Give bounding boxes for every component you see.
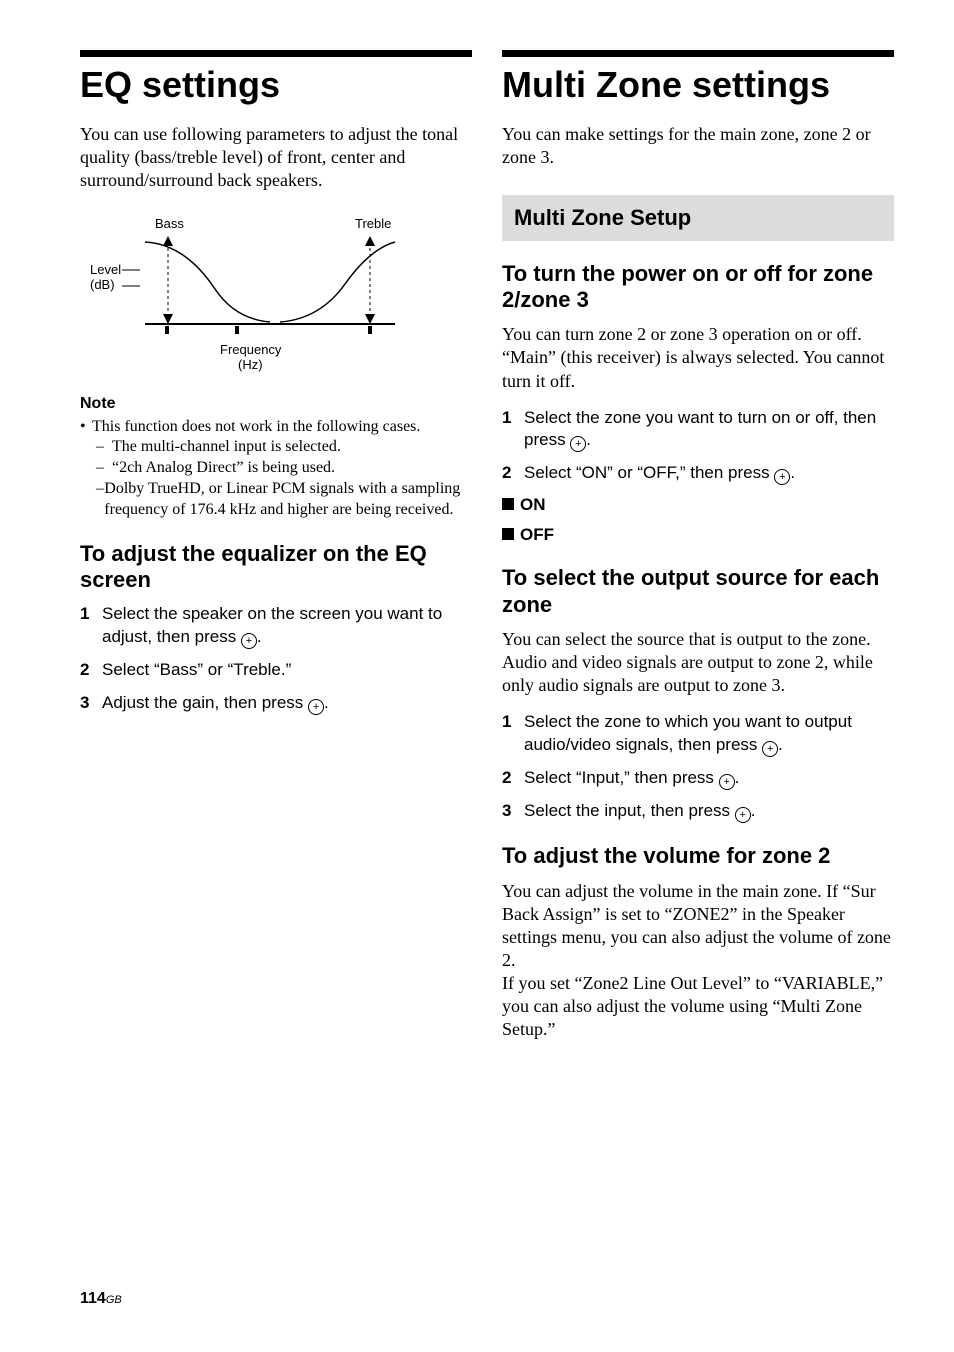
power-step-2: 2 Select “ON” or “OFF,” then press +. — [502, 462, 894, 485]
dash-icon: – — [96, 479, 104, 521]
bullet-icon: • — [80, 417, 92, 438]
note-item-2: Dolby TrueHD, or Linear PCM signals with… — [104, 479, 472, 521]
step-text: Select the input, then press — [524, 801, 735, 820]
page-footer: 114GB — [80, 1290, 122, 1308]
step-number: 3 — [80, 692, 102, 715]
label-hz: (Hz) — [238, 357, 263, 372]
heading-eq-settings: EQ settings — [80, 65, 472, 105]
region-code: GB — [106, 1294, 122, 1306]
note-item-1: “2ch Analog Direct” is being used. — [112, 458, 335, 479]
label-treble: Treble — [355, 216, 391, 231]
option-on-label: ON — [520, 495, 546, 515]
body-source: You can select the source that is output… — [502, 628, 894, 697]
enter-icon: + — [308, 699, 324, 715]
step-text-post: . — [257, 627, 262, 646]
note-item-0: The multi-channel input is selected. — [112, 437, 341, 458]
heading-adjust-eq: To adjust the equalizer on the EQ screen — [80, 541, 472, 594]
label-bass: Bass — [155, 216, 184, 231]
step-number: 1 — [502, 711, 524, 757]
heading-power: To turn the power on or off for zone 2/z… — [502, 261, 894, 314]
power-step-1: 1 Select the zone you want to turn on or… — [502, 407, 894, 453]
step-text-post: . — [586, 430, 591, 449]
option-off: OFF — [502, 525, 894, 545]
source-step-2: 2 Select “Input,” then press +. — [502, 767, 894, 790]
step-number: 2 — [502, 462, 524, 485]
enter-icon: + — [762, 741, 778, 757]
step-number: 2 — [502, 767, 524, 790]
step-text-post: . — [324, 693, 329, 712]
step-number: 3 — [502, 800, 524, 823]
dash-icon: – — [96, 437, 112, 458]
step-text: Select “ON” or “OFF,” then press — [524, 463, 774, 482]
step-number: 2 — [80, 659, 102, 682]
step-text: Adjust the gain, then press — [102, 693, 308, 712]
rule-bar — [502, 50, 894, 57]
eq-diagram: Bass Treble Level (dB) Frequency (Hz) — [90, 214, 472, 379]
eq-step-2: 2 Select “Bass” or “Treble.” — [80, 659, 472, 682]
step-text: Select the zone to which you want to out… — [524, 712, 852, 754]
rule-bar — [80, 50, 472, 57]
eq-step-1: 1 Select the speaker on the screen you w… — [80, 603, 472, 649]
step-text-post: . — [790, 463, 795, 482]
eq-step-3: 3 Adjust the gain, then press +. — [80, 692, 472, 715]
note-list: •This function does not work in the foll… — [80, 417, 472, 521]
note-main: This function does not work in the follo… — [92, 417, 420, 438]
square-icon — [502, 528, 514, 540]
step-number: 1 — [80, 603, 102, 649]
source-step-1: 1 Select the zone to which you want to o… — [502, 711, 894, 757]
body-power: You can turn zone 2 or zone 3 operation … — [502, 323, 894, 392]
body-volume: You can adjust the volume in the main zo… — [502, 880, 894, 1041]
option-off-label: OFF — [520, 525, 554, 545]
intro-multizone: You can make settings for the main zone,… — [502, 123, 894, 169]
step-text: Select the speaker on the screen you wan… — [102, 604, 442, 646]
source-step-3: 3 Select the input, then press +. — [502, 800, 894, 823]
step-text-post: . — [735, 768, 740, 787]
page-number: 114 — [80, 1290, 106, 1307]
label-level: Level — [90, 262, 121, 277]
enter-icon: + — [241, 633, 257, 649]
label-db: (dB) — [90, 277, 115, 292]
square-icon — [502, 498, 514, 510]
enter-icon: + — [570, 436, 586, 452]
step-number: 1 — [502, 407, 524, 453]
note-label: Note — [80, 395, 472, 413]
intro-eq: You can use following parameters to adju… — [80, 123, 472, 192]
dash-icon: – — [96, 458, 112, 479]
heading-multizone: Multi Zone settings — [502, 65, 894, 105]
step-text: Select “Input,” then press — [524, 768, 719, 787]
label-frequency: Frequency — [220, 342, 282, 357]
step-text: Select “Bass” or “Treble.” — [102, 659, 291, 682]
enter-icon: + — [735, 807, 751, 823]
step-text-post: . — [751, 801, 756, 820]
right-column: Multi Zone settings You can make setting… — [502, 50, 894, 1055]
left-column: EQ settings You can use following parame… — [80, 50, 472, 1055]
section-multizone-setup: Multi Zone Setup — [502, 195, 894, 241]
step-text-post: . — [778, 735, 783, 754]
heading-source: To select the output source for each zon… — [502, 565, 894, 618]
enter-icon: + — [774, 469, 790, 485]
heading-volume: To adjust the volume for zone 2 — [502, 843, 894, 869]
enter-icon: + — [719, 774, 735, 790]
option-on: ON — [502, 495, 894, 515]
